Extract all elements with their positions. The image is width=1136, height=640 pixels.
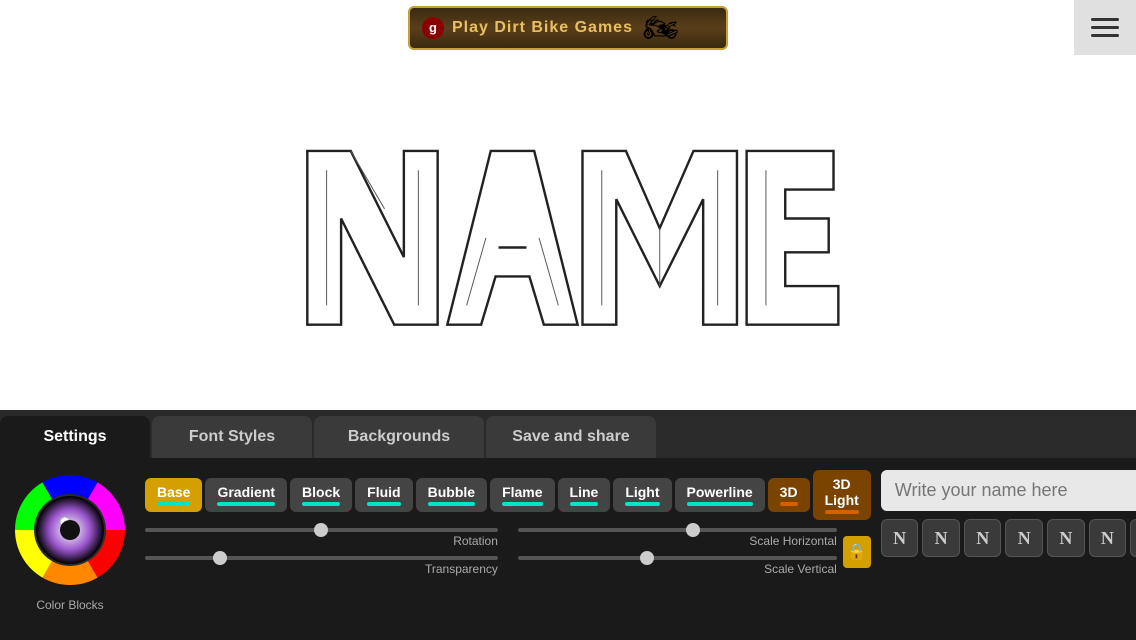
rotation-slider-item: Rotation	[145, 528, 498, 548]
left-sliders: Rotation Transparency	[145, 528, 498, 576]
canvas-area	[0, 55, 1136, 410]
rotation-label: Rotation	[145, 534, 498, 548]
font-btn-3d-light[interactable]: 3D Light	[813, 470, 871, 520]
color-wheel[interactable]	[10, 470, 130, 590]
letter-btn-n4[interactable]: N	[1005, 519, 1043, 557]
menu-button[interactable]	[1074, 0, 1136, 55]
scale-v-label: Scale Vertical	[518, 562, 837, 576]
tab-bar: Settings Font Styles Backgrounds Save an…	[0, 410, 1136, 458]
tab-font-styles[interactable]: Font Styles	[152, 416, 312, 458]
transparency-slider[interactable]	[145, 556, 498, 560]
font-btn-fluid[interactable]: Fluid	[355, 478, 412, 512]
letter-btn-n7[interactable]: N	[1130, 519, 1136, 557]
bottom-panel: Settings Font Styles Backgrounds Save an…	[0, 410, 1136, 640]
transparency-label: Transparency	[145, 562, 498, 576]
menu-line-1	[1091, 18, 1119, 21]
ad-text: Play Dirt Bike Games	[452, 19, 633, 37]
ad-bike: 🏍	[643, 11, 679, 44]
font-btn-line[interactable]: Line	[558, 478, 611, 512]
scale-h-label: Scale Horizontal	[518, 534, 837, 548]
color-wheel-section: Color Blocks	[10, 470, 130, 628]
tab-backgrounds[interactable]: Backgrounds	[314, 416, 484, 458]
color-blocks-label: Color Blocks	[36, 598, 103, 612]
font-btn-base[interactable]: Base	[145, 478, 202, 512]
ad-icon: g	[422, 17, 444, 39]
letter-btn-n5[interactable]: N	[1047, 519, 1085, 557]
letter-btn-n3[interactable]: N	[964, 519, 1002, 557]
letter-btn-n6[interactable]: N	[1089, 519, 1127, 557]
scale-v-slider-item: Scale Vertical	[518, 556, 837, 576]
letter-btn-n1[interactable]: N	[881, 519, 919, 557]
font-btn-light[interactable]: Light	[613, 478, 671, 512]
scale-sliders: Scale Horizontal Scale Vertical	[518, 528, 837, 576]
letter-buttons: N N N N N N N N N	[881, 519, 1136, 557]
font-btn-powerline[interactable]: Powerline	[675, 478, 765, 512]
scale-horizontal-slider[interactable]	[518, 528, 837, 532]
scale-h-slider-item: Scale Horizontal	[518, 528, 837, 548]
panel-content: Color Blocks Base Gradient Block F	[0, 458, 1136, 640]
font-btn-gradient[interactable]: Gradient	[205, 478, 287, 512]
ad-banner[interactable]: g Play Dirt Bike Games 🏍	[408, 6, 728, 50]
font-btn-3d[interactable]: 3D	[768, 478, 810, 512]
lock-icon[interactable]: 🔒	[843, 536, 871, 568]
menu-line-3	[1091, 34, 1119, 37]
font-btn-flame[interactable]: Flame	[490, 478, 554, 512]
right-section: N N N N N N N N N	[881, 470, 1136, 628]
menu-line-2	[1091, 26, 1119, 29]
font-btn-bubble[interactable]: Bubble	[416, 478, 487, 512]
graffiti-svg	[278, 93, 858, 373]
scale-vertical-slider[interactable]	[518, 556, 837, 560]
transparency-slider-item: Transparency	[145, 556, 498, 576]
tab-settings[interactable]: Settings	[0, 416, 150, 458]
font-btn-block[interactable]: Block	[290, 478, 352, 512]
name-input[interactable]	[881, 470, 1136, 511]
top-banner: g Play Dirt Bike Games 🏍	[0, 0, 1136, 55]
controls-section: Base Gradient Block Fluid Bubble	[140, 470, 871, 628]
tab-save-share[interactable]: Save and share	[486, 416, 656, 458]
font-buttons-row: Base Gradient Block Fluid Bubble	[145, 470, 871, 520]
rotation-slider[interactable]	[145, 528, 498, 532]
sliders-section: Rotation Transparency Scale Horizontal	[145, 528, 871, 576]
letter-btn-n2[interactable]: N	[922, 519, 960, 557]
scale-section: Scale Horizontal Scale Vertical 🔒	[518, 528, 871, 576]
